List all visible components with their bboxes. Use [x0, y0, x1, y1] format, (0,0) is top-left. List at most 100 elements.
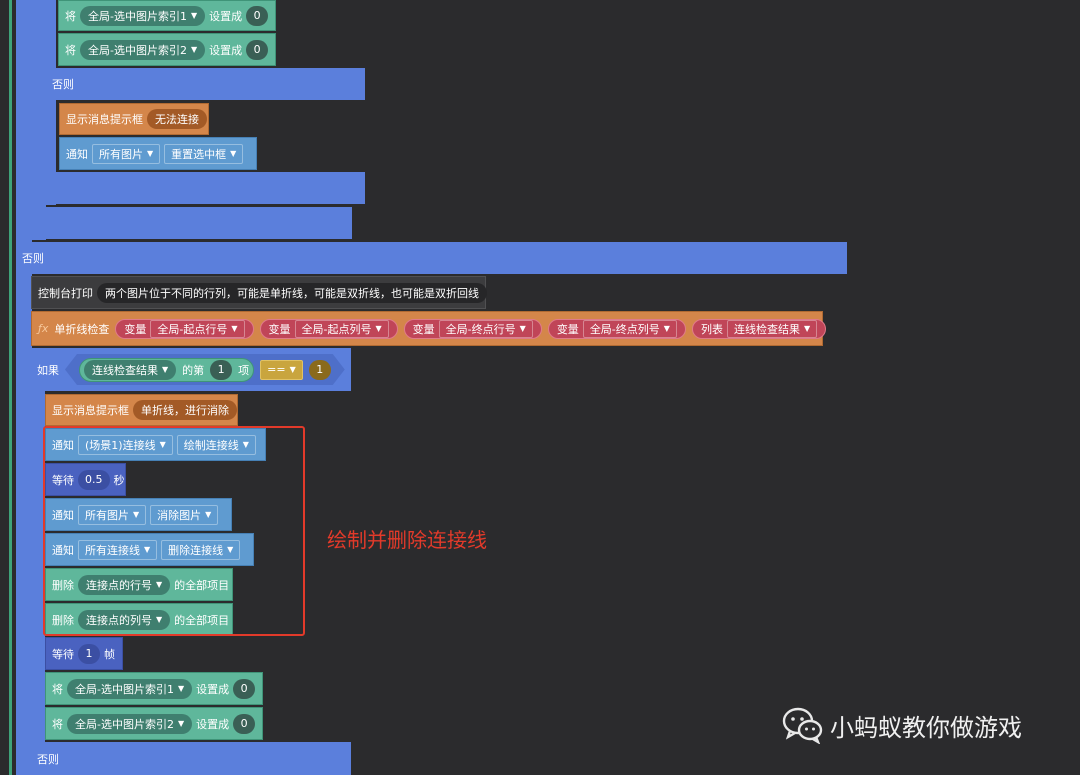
show-message-block[interactable]: 显示消息提示框 无法连接 [59, 103, 209, 135]
show-message-block[interactable]: 显示消息提示框 单折线，进行消除 [45, 394, 238, 426]
message-text-input[interactable]: 单折线，进行消除 [133, 400, 237, 420]
variable-label: 变量 [556, 322, 579, 336]
variable-dropdown[interactable]: 全局-选中图片索引2 ▼ [80, 39, 206, 60]
function-icon: ƒx [38, 322, 49, 335]
variable-dropdown[interactable]: 全局-终点行号 ▼ [438, 319, 533, 338]
dropdown-value: 全局-终点行号 [445, 322, 516, 336]
operator-dropdown[interactable]: == ▼ [260, 360, 303, 380]
dropdown-value: 全局-起点行号 [157, 322, 228, 336]
show-message-label: 显示消息提示框 [52, 404, 129, 417]
console-print-label: 控制台打印 [38, 286, 93, 300]
list-dropdown[interactable]: 连线检查结果 ▼ [726, 319, 818, 338]
variable-arg[interactable]: 变量 全局-终点列号 ▼ [547, 318, 686, 339]
dropdown-arrow-icon: ▼ [803, 324, 811, 333]
dropdown-arrow-icon: ▼ [190, 45, 198, 54]
set-variable-block[interactable]: 将 全局-选中图片索引1 ▼ 设置成 0 [45, 672, 263, 705]
variable-name: 全局-选中图片索引1 [88, 9, 187, 23]
else-block[interactable]: 否则 [46, 68, 365, 100]
dropdown-arrow-icon: ▼ [230, 149, 237, 158]
dropdown-value: 所有图片 [99, 147, 143, 161]
variable-dropdown[interactable]: 全局-起点行号 ▼ [150, 319, 245, 338]
if-block[interactable]: 如果 连线检查结果 ▼ 的第 1 项 == ▼ 1 [31, 348, 351, 391]
list-item-reporter[interactable]: 连线检查结果 ▼ 的第 1 项 [79, 358, 254, 382]
function-call-block[interactable]: ƒx 单折线检查 变量 全局-起点行号 ▼ 变量 全局-起点列号 ▼ 变量 全局-终点行号… [31, 311, 827, 346]
annotation-text: 绘制并删除连接线 [327, 528, 487, 552]
notify-block[interactable]: 通知 所有图片 ▼ 重置选中框 ▼ [59, 137, 257, 170]
index-input[interactable]: 1 [210, 360, 232, 380]
variable-label: 变量 [268, 322, 291, 336]
else-label: 否则 [52, 78, 74, 91]
dropdown-value: 全局-终点列号 [589, 322, 660, 336]
dropdown-arrow-icon: ▼ [519, 324, 526, 333]
item-label: 项 [238, 363, 250, 377]
condition-hexagon[interactable]: 连线检查结果 ▼ 的第 1 项 == ▼ 1 [65, 354, 345, 385]
watermark: 小蚂蚁教你做游戏 [782, 706, 1022, 744]
set-variable-block[interactable]: 将 全局-选中图片索引1 ▼ 设置成 0 [58, 0, 276, 31]
value-input[interactable]: 0 [246, 39, 269, 60]
variable-name: 全局-选中图片索引1 [75, 682, 174, 696]
outer-green-rail [9, 0, 12, 775]
variable-dropdown[interactable]: 全局-选中图片索引1 ▼ [80, 5, 206, 26]
else-body-bar [16, 274, 30, 775]
nested-if-bar [32, 0, 46, 240]
dropdown-value: 重置选中框 [171, 147, 227, 161]
set-label: 将 [65, 43, 76, 57]
compare-value-input[interactable]: 1 [309, 360, 331, 380]
dropdown-arrow-icon: ▼ [190, 11, 198, 20]
list-arg[interactable]: 列表 连线检查结果 ▼ [691, 318, 827, 339]
variable-arg[interactable]: 变量 全局-起点行号 ▼ [115, 318, 254, 339]
list-label: 列表 [700, 322, 723, 336]
variable-dropdown[interactable]: 全局-选中图片索引1 ▼ [67, 678, 193, 699]
set-label: 将 [52, 717, 63, 731]
frames-input[interactable]: 1 [78, 643, 100, 664]
set-to-label: 设置成 [209, 9, 243, 23]
dropdown-arrow-icon: ▼ [147, 149, 154, 158]
dropdown-arrow-icon: ▼ [289, 365, 296, 374]
notify-event-dropdown[interactable]: 重置选中框 ▼ [164, 143, 244, 164]
set-variable-block[interactable]: 将 全局-选中图片索引2 ▼ 设置成 0 [58, 33, 276, 66]
wechat-icon [782, 707, 823, 744]
list-dropdown[interactable]: 连线检查结果 ▼ [84, 360, 176, 380]
dropdown-arrow-icon: ▼ [663, 324, 670, 333]
if-label: 如果 [37, 363, 59, 377]
dropdown-arrow-icon: ▼ [375, 324, 382, 333]
set-label: 将 [65, 9, 76, 23]
variable-label: 变量 [412, 322, 435, 336]
value-input[interactable]: 0 [233, 678, 256, 699]
outer-else-block[interactable]: 否则 [16, 242, 847, 274]
notify-target-dropdown[interactable]: 所有图片 ▼ [92, 143, 161, 164]
of-nth-label: 的第 [182, 363, 205, 377]
dropdown-arrow-icon: ▼ [162, 365, 169, 374]
dropdown-value: 连线检查结果 [92, 363, 158, 377]
message-text-input[interactable]: 无法连接 [147, 109, 207, 129]
variable-dropdown[interactable]: 全局-终点列号 ▼ [582, 319, 677, 338]
console-print-block[interactable]: 控制台打印 两个图片位于不同的行列，可能是单折线，可能是双折线，也可能是双折回线 [31, 276, 487, 309]
variable-name: 全局-选中图片索引2 [88, 43, 187, 57]
dropdown-arrow-icon: ▼ [177, 719, 185, 728]
variable-dropdown[interactable]: 全局-选中图片索引2 ▼ [67, 713, 193, 734]
set-to-label: 设置成 [196, 717, 230, 731]
notify-label: 通知 [66, 147, 88, 161]
wait-label: 等待 [52, 647, 74, 661]
set-to-label: 设置成 [196, 682, 230, 696]
dropdown-arrow-icon: ▼ [231, 324, 238, 333]
inner-else-block[interactable]: 否则 [31, 742, 351, 775]
else-block-footer [46, 172, 365, 204]
frames-label: 帧 [104, 647, 115, 661]
set-to-label: 设置成 [209, 43, 243, 57]
value-input[interactable]: 0 [233, 713, 256, 734]
wait-frames-block[interactable]: 等待 1 帧 [45, 637, 123, 670]
set-label: 将 [52, 682, 63, 696]
dropdown-value: == [267, 363, 286, 376]
if-block-footer [32, 207, 352, 239]
show-message-label: 显示消息提示框 [66, 113, 143, 126]
highlight-box [43, 426, 305, 636]
else-label: 否则 [37, 752, 59, 766]
set-variable-block[interactable]: 将 全局-选中图片索引2 ▼ 设置成 0 [45, 707, 263, 740]
variable-arg[interactable]: 变量 全局-终点行号 ▼ [403, 318, 542, 339]
console-text-input[interactable]: 两个图片位于不同的行列，可能是单折线，可能是双折线，也可能是双折回线 [97, 282, 487, 303]
variable-arg[interactable]: 变量 全局-起点列号 ▼ [259, 318, 398, 339]
value-input[interactable]: 0 [246, 5, 269, 26]
variable-dropdown[interactable]: 全局-起点列号 ▼ [294, 319, 389, 338]
dropdown-value: 连线检查结果 [733, 322, 800, 336]
